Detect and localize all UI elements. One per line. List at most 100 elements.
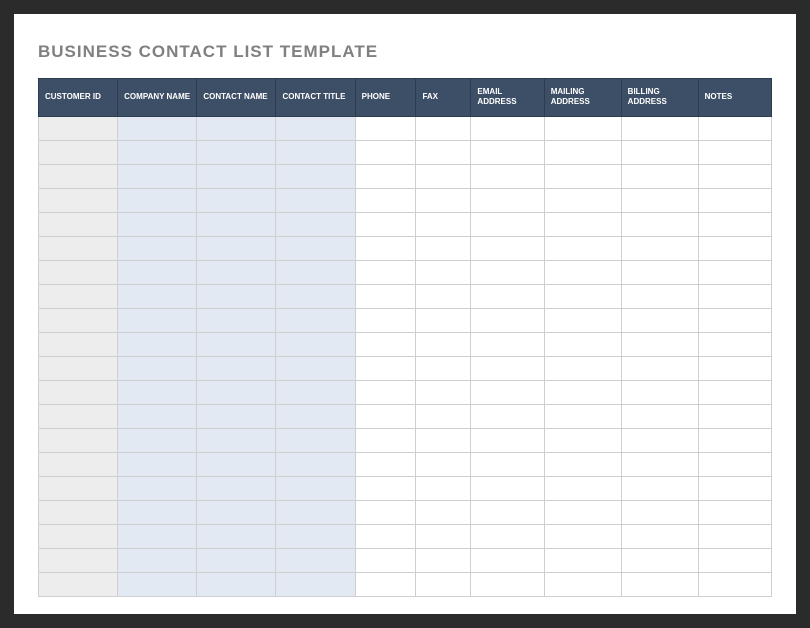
table-cell[interactable] <box>197 428 276 452</box>
table-cell[interactable] <box>276 332 355 356</box>
table-cell[interactable] <box>197 188 276 212</box>
table-cell[interactable] <box>276 476 355 500</box>
table-cell[interactable] <box>698 140 771 164</box>
table-cell[interactable] <box>276 212 355 236</box>
table-cell[interactable] <box>197 164 276 188</box>
table-cell[interactable] <box>698 284 771 308</box>
table-cell[interactable] <box>416 356 471 380</box>
table-cell[interactable] <box>276 452 355 476</box>
table-cell[interactable] <box>621 428 698 452</box>
table-cell[interactable] <box>355 116 416 140</box>
table-cell[interactable] <box>39 428 118 452</box>
table-cell[interactable] <box>355 548 416 572</box>
table-cell[interactable] <box>118 476 197 500</box>
table-cell[interactable] <box>544 356 621 380</box>
table-cell[interactable] <box>621 332 698 356</box>
table-cell[interactable] <box>276 116 355 140</box>
table-cell[interactable] <box>355 380 416 404</box>
table-cell[interactable] <box>544 524 621 548</box>
table-cell[interactable] <box>621 452 698 476</box>
table-cell[interactable] <box>39 308 118 332</box>
table-cell[interactable] <box>544 140 621 164</box>
table-cell[interactable] <box>621 524 698 548</box>
table-cell[interactable] <box>276 500 355 524</box>
table-cell[interactable] <box>698 260 771 284</box>
table-cell[interactable] <box>621 260 698 284</box>
table-cell[interactable] <box>197 284 276 308</box>
table-cell[interactable] <box>471 308 544 332</box>
table-cell[interactable] <box>197 548 276 572</box>
table-cell[interactable] <box>416 524 471 548</box>
table-cell[interactable] <box>544 284 621 308</box>
table-cell[interactable] <box>621 548 698 572</box>
table-cell[interactable] <box>471 188 544 212</box>
table-cell[interactable] <box>39 236 118 260</box>
table-cell[interactable] <box>276 428 355 452</box>
table-cell[interactable] <box>416 308 471 332</box>
table-cell[interactable] <box>39 212 118 236</box>
table-cell[interactable] <box>276 260 355 284</box>
table-cell[interactable] <box>39 404 118 428</box>
table-cell[interactable] <box>118 356 197 380</box>
table-cell[interactable] <box>197 140 276 164</box>
table-cell[interactable] <box>39 188 118 212</box>
table-cell[interactable] <box>355 212 416 236</box>
table-cell[interactable] <box>698 164 771 188</box>
table-cell[interactable] <box>471 332 544 356</box>
table-cell[interactable] <box>39 260 118 284</box>
table-cell[interactable] <box>197 356 276 380</box>
table-cell[interactable] <box>471 428 544 452</box>
table-cell[interactable] <box>471 572 544 596</box>
table-cell[interactable] <box>471 236 544 260</box>
table-cell[interactable] <box>471 140 544 164</box>
table-cell[interactable] <box>276 140 355 164</box>
table-cell[interactable] <box>544 452 621 476</box>
table-cell[interactable] <box>544 500 621 524</box>
table-cell[interactable] <box>544 380 621 404</box>
table-cell[interactable] <box>197 308 276 332</box>
table-cell[interactable] <box>416 548 471 572</box>
table-cell[interactable] <box>416 164 471 188</box>
table-cell[interactable] <box>544 116 621 140</box>
table-cell[interactable] <box>197 332 276 356</box>
table-cell[interactable] <box>118 428 197 452</box>
table-cell[interactable] <box>544 428 621 452</box>
table-cell[interactable] <box>698 332 771 356</box>
table-cell[interactable] <box>197 116 276 140</box>
table-cell[interactable] <box>39 452 118 476</box>
table-cell[interactable] <box>416 476 471 500</box>
table-cell[interactable] <box>621 380 698 404</box>
table-cell[interactable] <box>698 548 771 572</box>
table-cell[interactable] <box>197 260 276 284</box>
table-cell[interactable] <box>621 236 698 260</box>
table-cell[interactable] <box>197 404 276 428</box>
table-cell[interactable] <box>118 236 197 260</box>
table-cell[interactable] <box>197 380 276 404</box>
table-cell[interactable] <box>698 212 771 236</box>
table-cell[interactable] <box>355 284 416 308</box>
table-cell[interactable] <box>471 164 544 188</box>
table-cell[interactable] <box>39 284 118 308</box>
table-cell[interactable] <box>118 140 197 164</box>
table-cell[interactable] <box>698 116 771 140</box>
table-cell[interactable] <box>544 308 621 332</box>
table-cell[interactable] <box>698 188 771 212</box>
table-cell[interactable] <box>118 452 197 476</box>
table-cell[interactable] <box>471 452 544 476</box>
table-cell[interactable] <box>544 548 621 572</box>
table-cell[interactable] <box>355 308 416 332</box>
table-cell[interactable] <box>197 524 276 548</box>
table-cell[interactable] <box>544 476 621 500</box>
table-cell[interactable] <box>544 260 621 284</box>
table-cell[interactable] <box>416 572 471 596</box>
table-cell[interactable] <box>118 284 197 308</box>
table-cell[interactable] <box>471 212 544 236</box>
table-cell[interactable] <box>276 548 355 572</box>
table-cell[interactable] <box>544 164 621 188</box>
table-cell[interactable] <box>197 236 276 260</box>
table-cell[interactable] <box>544 188 621 212</box>
table-cell[interactable] <box>416 452 471 476</box>
table-cell[interactable] <box>276 356 355 380</box>
table-cell[interactable] <box>544 572 621 596</box>
table-cell[interactable] <box>39 500 118 524</box>
